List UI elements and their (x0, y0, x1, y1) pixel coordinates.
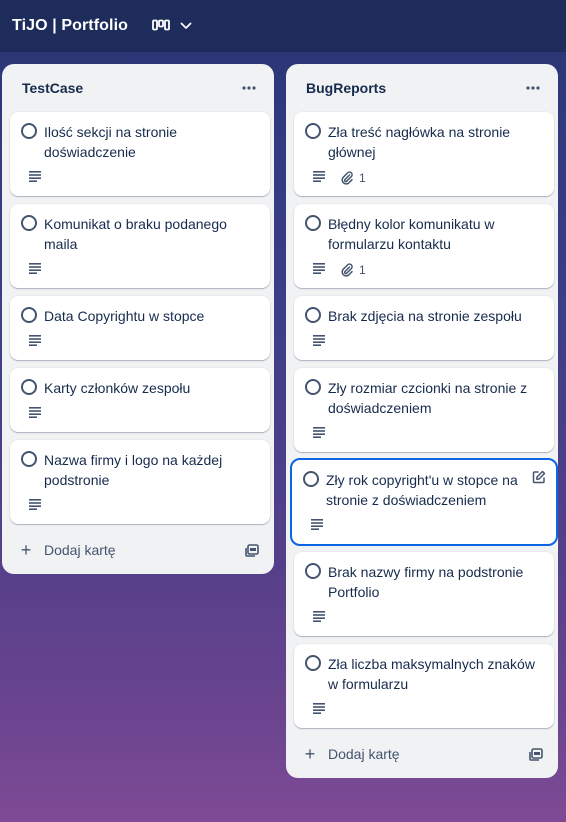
card[interactable]: Błędny kolor komunikatu w formularzu kon… (294, 204, 554, 288)
view-switcher-button[interactable] (148, 12, 196, 40)
card-badges (28, 334, 42, 350)
card[interactable]: Nazwa firmy i logo na każdej podstronie (10, 440, 270, 524)
complete-checkbox-icon[interactable] (21, 451, 37, 467)
card[interactable]: Zły rozmiar czcionki na stronie z doświa… (294, 368, 554, 452)
description-icon (312, 609, 326, 627)
add-card-button[interactable]: + Dodaj kartę (10, 534, 116, 566)
list-footer: + Dodaj kartę (10, 534, 266, 566)
complete-checkbox-icon[interactable] (305, 215, 321, 231)
attachment-count: 1 (359, 263, 366, 277)
card-title: Data Copyrightu w stopce (44, 308, 205, 324)
card-template-icon[interactable] (238, 536, 266, 564)
card-badges (312, 426, 326, 442)
description-icon (312, 169, 326, 187)
board-title[interactable]: TiJO | Portfolio (12, 17, 128, 35)
card-badges (28, 262, 42, 278)
paperclip-icon (340, 263, 354, 277)
chevron-down-icon (180, 22, 192, 30)
description-icon (28, 261, 42, 279)
card[interactable]: Brak nazwy firmy na podstronie Portfolio (294, 552, 554, 636)
list-footer: + Dodaj kartę (294, 738, 550, 770)
card[interactable]: Zła treść nagłówka na stronie głównej 1 (294, 112, 554, 196)
description-icon (312, 701, 326, 719)
card-badges: 1 (312, 170, 366, 186)
list-header: TestCase (2, 64, 274, 112)
complete-checkbox-icon[interactable] (303, 471, 319, 487)
list-testcase: TestCase Ilość sekcji na stronie doświad… (2, 64, 274, 574)
description-icon (28, 497, 42, 515)
board-view-icon (152, 19, 170, 33)
plus-icon: + (20, 540, 32, 560)
complete-checkbox-icon[interactable] (305, 123, 321, 139)
complete-checkbox-icon[interactable] (305, 307, 321, 323)
card[interactable]: Zła liczba maksymalnych znaków w formula… (294, 644, 554, 728)
edit-pencil-icon[interactable] (530, 468, 548, 486)
card-title: Komunikat o braku podanego maila (44, 216, 227, 252)
description-icon (28, 169, 42, 187)
description-icon (312, 333, 326, 351)
list-title[interactable]: BugReports (306, 80, 386, 96)
card-title: Nazwa firmy i logo na każdej podstronie (44, 452, 223, 488)
card[interactable]: Karty członków zespołu (10, 368, 270, 432)
card-badges (28, 406, 42, 422)
card-badges (28, 498, 42, 514)
card[interactable]: Brak zdjęcia na stronie zespołu (294, 296, 554, 360)
add-card-label: Dodaj kartę (44, 542, 116, 558)
complete-checkbox-icon[interactable] (21, 215, 37, 231)
card[interactable]: Ilość sekcji na stronie doświadczenie (10, 112, 270, 196)
card-badges: 1 (312, 262, 366, 278)
more-horizontal-icon[interactable] (520, 75, 546, 101)
card-title: Zły rozmiar czcionki na stronie z doświa… (328, 380, 528, 416)
card-title: Zły rok copyright'u w stopce na stronie … (326, 472, 518, 508)
complete-checkbox-icon[interactable] (305, 563, 321, 579)
card-title: Ilość sekcji na stronie doświadczenie (44, 124, 178, 160)
board-header: TiJO | Portfolio (0, 0, 566, 52)
list-bugreports: BugReports Zła treść nagłówka na stronie… (286, 64, 558, 778)
card-focused[interactable]: Zły rok copyright'u w stopce na stronie … (290, 458, 558, 546)
complete-checkbox-icon[interactable] (305, 655, 321, 671)
list-title[interactable]: TestCase (22, 80, 83, 96)
card-title: Błędny kolor komunikatu w formularzu kon… (328, 216, 495, 252)
card-badges (312, 334, 326, 350)
description-icon (310, 517, 324, 535)
paperclip-icon (340, 171, 354, 185)
attachment-count: 1 (359, 171, 366, 185)
complete-checkbox-icon[interactable] (21, 379, 37, 395)
complete-checkbox-icon[interactable] (305, 379, 321, 395)
add-card-label: Dodaj kartę (328, 746, 400, 762)
complete-checkbox-icon[interactable] (21, 307, 37, 323)
more-horizontal-icon[interactable] (236, 75, 262, 101)
plus-icon: + (304, 744, 316, 764)
card-title: Karty członków zespołu (44, 380, 191, 396)
card-badges (312, 610, 326, 626)
attachment-badge: 1 (340, 171, 366, 185)
card-badges (28, 170, 42, 186)
card-title: Zła liczba maksymalnych znaków w formula… (328, 656, 535, 692)
description-icon (312, 425, 326, 443)
list-header: BugReports (286, 64, 558, 112)
add-card-button[interactable]: + Dodaj kartę (294, 738, 400, 770)
card-title: Brak zdjęcia na stronie zespołu (328, 308, 522, 324)
complete-checkbox-icon[interactable] (21, 123, 37, 139)
description-icon (28, 333, 42, 351)
attachment-badge: 1 (340, 263, 366, 277)
card-title: Zła treść nagłówka na stronie głównej (328, 124, 511, 160)
description-icon (28, 405, 42, 423)
card-template-icon[interactable] (522, 740, 550, 768)
card-badges (310, 518, 324, 534)
description-icon (312, 261, 326, 279)
card[interactable]: Komunikat o braku podanego maila (10, 204, 270, 288)
card[interactable]: Data Copyrightu w stopce (10, 296, 270, 360)
card-title: Brak nazwy firmy na podstronie Portfolio (328, 564, 524, 600)
card-badges (312, 702, 326, 718)
